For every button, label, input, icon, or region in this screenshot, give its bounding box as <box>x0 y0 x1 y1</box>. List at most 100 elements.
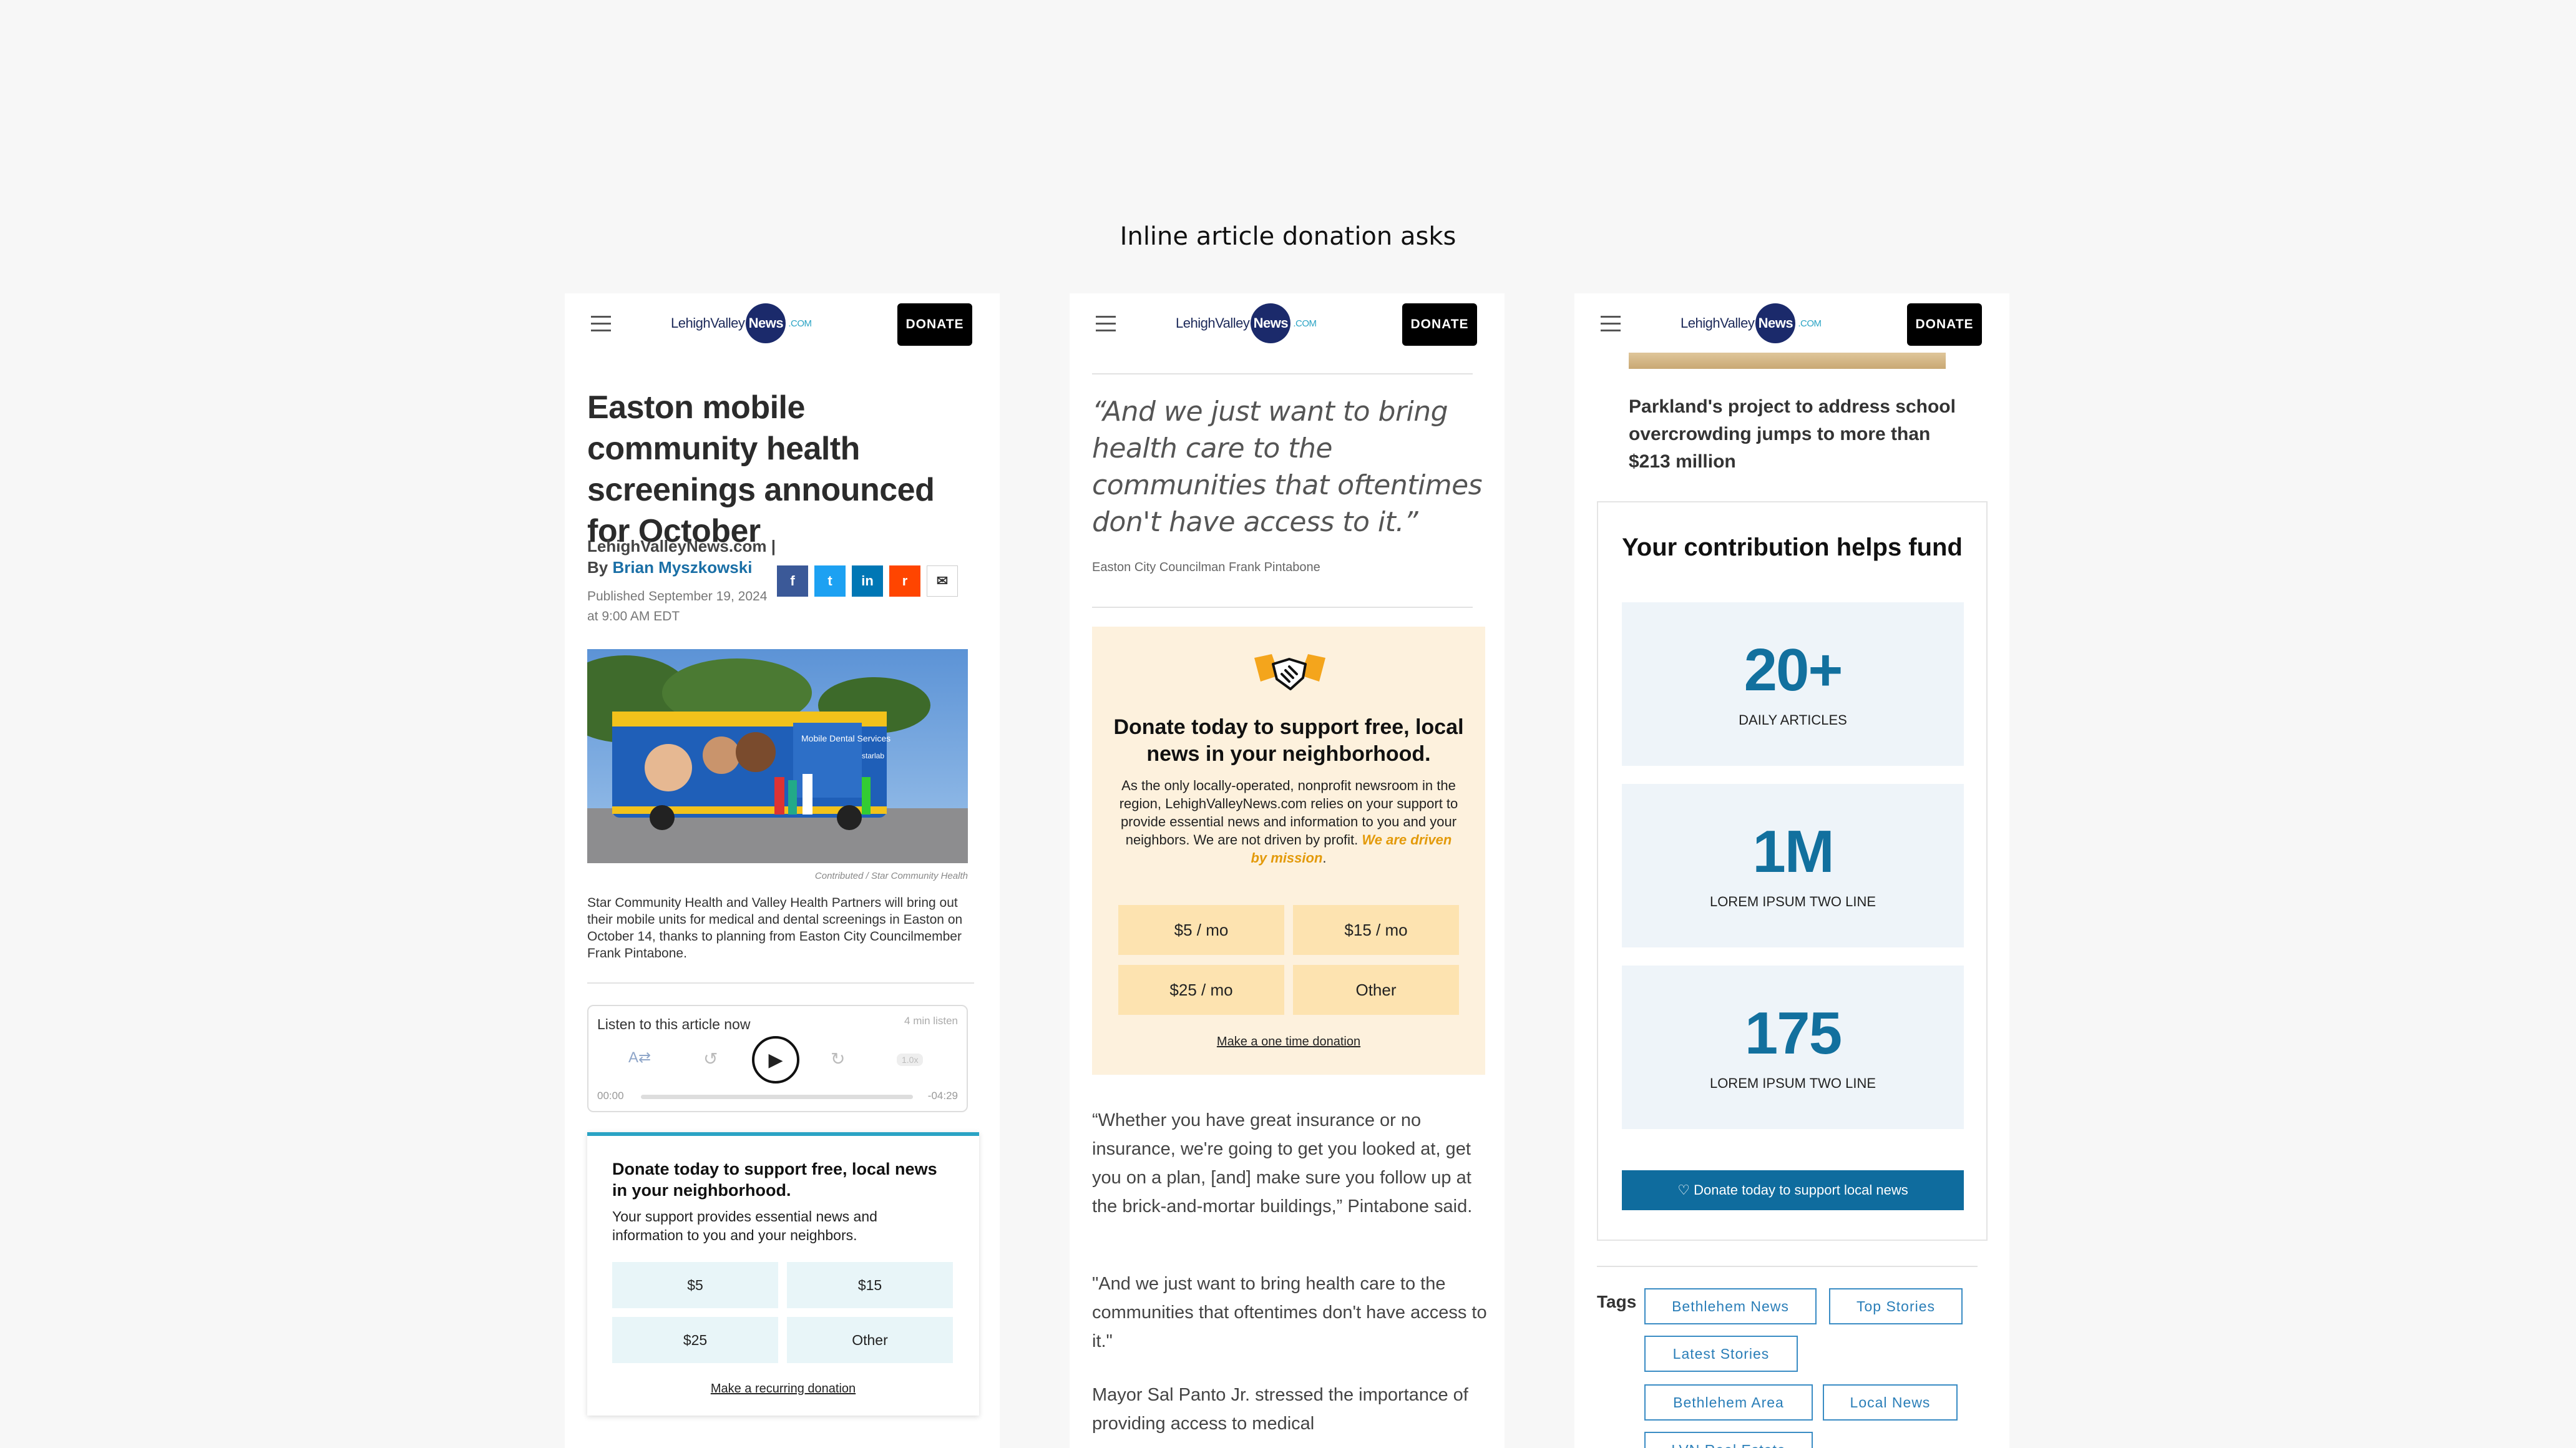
ask-body: Your support provides essential news and… <box>612 1208 877 1243</box>
tag-lvn-real-estate[interactable]: LVN Real Estate <box>1644 1432 1813 1448</box>
tag-local-news[interactable]: Local News <box>1823 1384 1958 1421</box>
twitter-share-icon[interactable]: t <box>814 565 846 597</box>
translate-icon[interactable]: A⇄ <box>628 1049 651 1067</box>
logo-com: .COM <box>788 318 812 329</box>
amount-option[interactable]: $5 <box>612 1262 778 1308</box>
audio-end-time: -04:29 <box>927 1090 958 1102</box>
email-share-icon[interactable]: ✉ <box>927 565 958 597</box>
stat-card: 20+ DAILY ARTICLES <box>1622 602 1964 766</box>
amount-option[interactable]: $25 / mo <box>1118 965 1284 1015</box>
forward-icon[interactable]: ↻ <box>831 1049 845 1069</box>
amount-option[interactable]: $15 / mo <box>1293 905 1459 955</box>
share-bar: f t in r ✉ <box>777 565 958 597</box>
article-headline: Easton mobile community health screening… <box>587 389 935 549</box>
logo-com: .COM <box>1798 318 1822 329</box>
audio-player: Listen to this article now 4 min listen … <box>587 1005 968 1112</box>
recurring-donation-link[interactable]: Make a recurring donation <box>587 1382 979 1396</box>
impact-stats-module: Your contribution helps fund 20+ DAILY A… <box>1597 501 1988 1241</box>
audio-progress-bar[interactable] <box>641 1095 913 1099</box>
amount-option[interactable]: $15 <box>787 1262 953 1308</box>
article-mockup-2: LehighValley News .COM DONATE “And we ju… <box>1070 293 1505 1448</box>
amount-option[interactable]: $5 / mo <box>1118 905 1284 955</box>
stat-label: LOREM IPSUM TWO LINE <box>1709 1075 1876 1091</box>
amount-option-other[interactable]: Other <box>787 1317 953 1363</box>
byline-outlet: LehighValleyNews.com | <box>587 537 776 555</box>
page-title: Inline article donation asks <box>1120 222 1456 251</box>
header-donate-button[interactable]: DONATE <box>897 303 972 346</box>
story-thumbnail[interactable] <box>1629 353 1946 369</box>
tags-label: Tags <box>1597 1292 1637 1311</box>
tag-latest-stories[interactable]: Latest Stories <box>1644 1336 1798 1372</box>
article-paragraph: "And we just want to bring health care t… <box>1092 1274 1487 1351</box>
audio-title: Listen to this article now <box>597 1016 751 1032</box>
amount-option[interactable]: $25 <box>612 1317 778 1363</box>
logo-news: News <box>1755 303 1796 343</box>
impact-heading: Your contribution helps fund <box>1622 534 1963 561</box>
stat-number: 20+ <box>1744 637 1843 703</box>
published-line: Published September 19, 2024 <box>587 589 768 604</box>
linkedin-share-icon[interactable]: in <box>852 565 883 597</box>
rewind-icon[interactable]: ↺ <box>703 1049 718 1069</box>
one-time-donation-link[interactable]: Make a one time donation <box>1092 1035 1485 1049</box>
logo-lehigh: LehighValley <box>1176 315 1250 331</box>
tag-bethlehem-news[interactable]: Bethlehem News <box>1644 1288 1817 1324</box>
site-logo[interactable]: LehighValley News .COM <box>1681 303 1822 343</box>
article-mockup-3: LehighValley News .COM DONATE Parkland's… <box>1574 293 2009 1448</box>
ask-heading: Donate today to support free, local news… <box>612 1160 937 1200</box>
author-link[interactable]: Brian Myszkowski <box>612 558 752 577</box>
article-paragraph: “Whether you have great insurance or no … <box>1092 1110 1473 1216</box>
handshake-icon <box>1254 650 1325 701</box>
speed-control[interactable]: 1.0x <box>897 1054 924 1066</box>
play-button[interactable]: ▶ <box>752 1036 799 1084</box>
bus-label: Mobile Dental Services <box>801 733 890 743</box>
published-date: Published September 19, 2024 at 9:00 AM … <box>587 587 767 627</box>
byline: LehighValleyNews.com | By Brian Myszkows… <box>587 536 776 578</box>
donation-ask-basic: Donate today to support free, local news… <box>587 1132 979 1416</box>
tag-bethlehem-area[interactable]: Bethlehem Area <box>1644 1384 1813 1421</box>
reddit-share-icon[interactable]: r <box>889 565 920 597</box>
site-logo[interactable]: LehighValley News .COM <box>1176 303 1317 343</box>
article-mockup-1: LehighValley News .COM DONATE Easton mob… <box>565 293 1000 1448</box>
article-paragraph: Mayor Sal Panto Jr. stressed the importa… <box>1092 1385 1468 1434</box>
site-header: LehighValley News .COM DONATE <box>1574 293 2009 353</box>
site-logo[interactable]: LehighValley News .COM <box>671 303 812 343</box>
article-photo: Mobile Dental Services starlab <box>587 649 968 863</box>
divider <box>1597 1266 1978 1267</box>
logo-lehigh: LehighValley <box>671 315 745 331</box>
header-donate-button[interactable]: DONATE <box>1402 303 1477 346</box>
donation-ask-mission: Donate today to support free, local news… <box>1092 627 1485 1075</box>
ask-body: As the only locally-operated, nonprofit … <box>1119 778 1458 866</box>
stat-label: LOREM IPSUM TWO LINE <box>1709 894 1876 909</box>
pull-quote: “And we just want to bring health care t… <box>1092 396 1483 538</box>
site-header: LehighValley News .COM DONATE <box>565 293 1000 353</box>
logo-lehigh: LehighValley <box>1681 315 1755 331</box>
hamburger-menu-icon[interactable] <box>1096 316 1116 331</box>
ask-heading: Donate today to support free, local news… <box>1113 715 1464 766</box>
photo-caption: Star Community Health and Valley Health … <box>587 896 963 961</box>
stat-card: 1M LOREM IPSUM TWO LINE <box>1622 784 1964 947</box>
related-story-title[interactable]: Parkland's project to address school ove… <box>1629 393 1966 476</box>
hamburger-menu-icon[interactable] <box>591 316 611 331</box>
audio-start-time: 00:00 <box>597 1090 624 1102</box>
bus-brand: starlab <box>862 751 884 760</box>
divider <box>1092 373 1473 374</box>
donate-local-news-button[interactable]: ♡ Donate today to support local news <box>1622 1170 1964 1210</box>
logo-news: News <box>746 303 786 343</box>
logo-news: News <box>1251 303 1291 343</box>
photo-credit: Contributed / Star Community Health <box>814 871 968 881</box>
stat-label: DAILY ARTICLES <box>1739 712 1847 728</box>
stat-card: 175 LOREM IPSUM TWO LINE <box>1622 966 1964 1129</box>
quote-attribution: Easton City Councilman Frank Pintabone <box>1092 560 1320 574</box>
tag-top-stories[interactable]: Top Stories <box>1829 1288 1963 1324</box>
audio-length: 4 min listen <box>904 1015 958 1027</box>
site-header: LehighValley News .COM DONATE <box>1070 293 1505 353</box>
divider <box>587 982 974 984</box>
byline-by: By <box>587 558 608 577</box>
published-time: at 9:00 AM EDT <box>587 609 680 624</box>
hamburger-menu-icon[interactable] <box>1601 316 1621 331</box>
amount-option-other[interactable]: Other <box>1293 965 1459 1015</box>
stat-number: 175 <box>1744 1000 1842 1067</box>
facebook-share-icon[interactable]: f <box>777 565 808 597</box>
header-donate-button[interactable]: DONATE <box>1907 303 1982 346</box>
divider <box>1092 607 1473 608</box>
